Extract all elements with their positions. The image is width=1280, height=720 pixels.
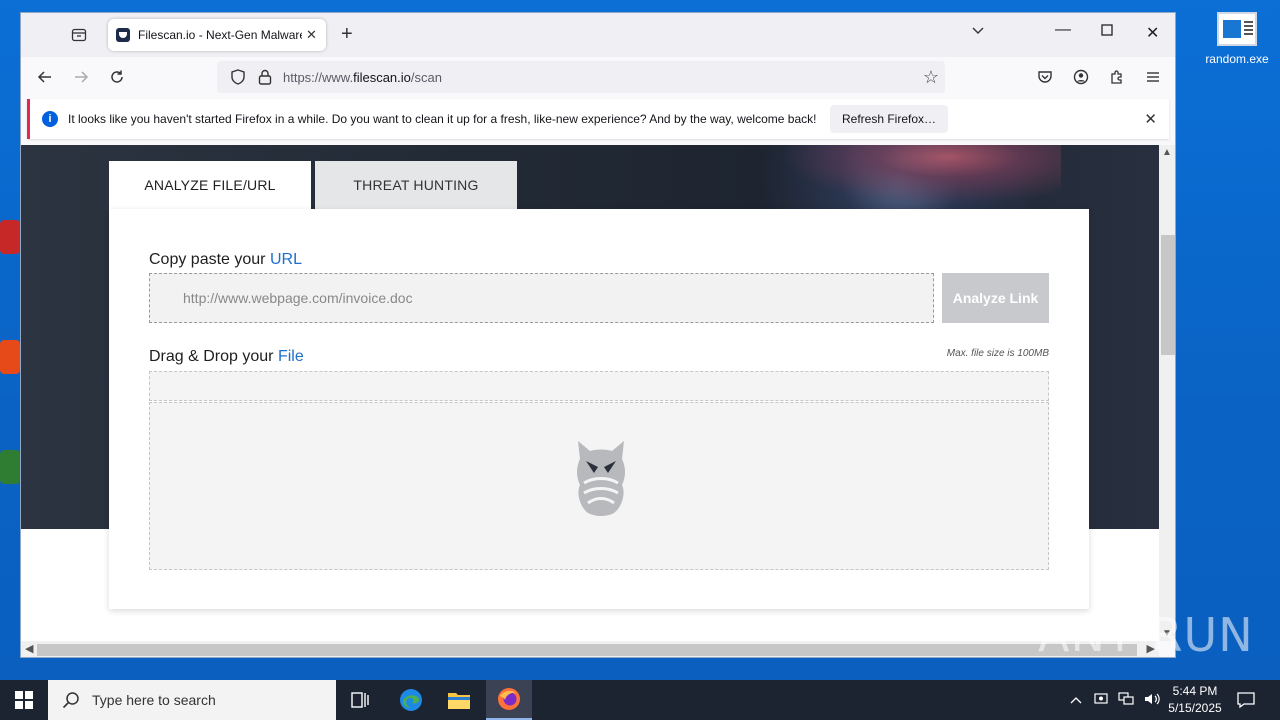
clock-time: 5:44 PM [1172, 684, 1218, 698]
exe-file-icon [1217, 12, 1257, 46]
scroll-up-arrow-icon[interactable]: ▲ [1162, 147, 1172, 158]
task-view-button[interactable] [337, 680, 383, 720]
desktop-icon-partial[interactable] [0, 220, 20, 254]
security-tray-icon[interactable] [1094, 692, 1108, 709]
extensions-icon[interactable] [1107, 67, 1127, 87]
network-icon[interactable] [1118, 691, 1134, 709]
firefox-view-icon [71, 28, 87, 42]
refresh-firefox-notification: i It looks like you haven't started Fire… [27, 99, 1169, 139]
lock-icon[interactable] [257, 68, 273, 86]
horizontal-scroll-thumb[interactable] [37, 644, 1137, 656]
desktop-icon-partial[interactable] [0, 340, 20, 374]
vertical-scrollbar[interactable]: ▲ ▼ [1159, 145, 1175, 641]
tab-bar: Filescan.io - Next-Gen Malware ✕ + — ✕ [21, 13, 1175, 57]
horizontal-scrollbar[interactable]: ◀ ▶ [21, 641, 1159, 657]
close-window-button[interactable]: ✕ [1146, 23, 1159, 43]
analyze-card: Copy paste your URL http://www.webpage.c… [109, 209, 1089, 609]
url-text: https://www.filescan.io/scan [283, 69, 442, 85]
clock-date: 5/15/2025 [1168, 701, 1222, 715]
firefox-view-button[interactable] [69, 25, 89, 45]
tab-threat-hunting[interactable]: THREAT HUNTING [315, 161, 517, 209]
anyrun-watermark: ANY RUN [1038, 608, 1254, 662]
address-bar[interactable]: https://www.filescan.io/scan ☆ [217, 61, 945, 93]
page-content: ANALYZE FILE/URL THREAT HUNTING Copy pas… [21, 145, 1159, 641]
info-icon: i [42, 111, 58, 127]
system-tray [1070, 680, 1160, 720]
file-drop-zone[interactable] [149, 402, 1049, 570]
refresh-firefox-button[interactable]: Refresh Firefox… [830, 105, 949, 133]
filescan-favicon [116, 28, 130, 42]
file-section-label: Drag & Drop your File [149, 348, 304, 365]
firefox-icon [498, 688, 520, 710]
desktop-file-random-exe[interactable]: random.exe [1200, 12, 1274, 66]
url-input[interactable]: http://www.webpage.com/invoice.doc [149, 273, 934, 323]
scroll-left-arrow-icon[interactable]: ◀ [25, 642, 33, 655]
file-list-area [149, 371, 1049, 401]
start-button[interactable] [0, 680, 48, 720]
windows-taskbar: Type here to search 5:44 PM 5/15/2025 [0, 680, 1280, 720]
notification-close-icon[interactable]: ✕ [1144, 110, 1157, 128]
task-view-icon [351, 692, 369, 708]
new-tab-button[interactable]: + [341, 24, 353, 44]
tab-list-chevron-icon[interactable] [971, 23, 985, 42]
taskbar-clock[interactable]: 5:44 PM 5/15/2025 [1160, 683, 1230, 717]
taskbar-file-explorer[interactable] [436, 680, 482, 720]
pocket-icon[interactable] [1035, 67, 1055, 87]
analysis-tabs: ANALYZE FILE/URL THREAT HUNTING [109, 161, 517, 209]
desktop-file-label: random.exe [1205, 52, 1269, 66]
edge-icon [400, 689, 422, 711]
windows-logo-icon [15, 691, 33, 709]
volume-icon[interactable] [1144, 692, 1160, 709]
desktop-icon-partial[interactable] [0, 450, 20, 484]
notification-center-icon[interactable] [1236, 690, 1256, 710]
taskbar-firefox[interactable] [486, 680, 532, 720]
menu-hamburger-icon[interactable] [1143, 67, 1163, 87]
maximize-button[interactable] [1101, 23, 1113, 41]
search-icon [62, 692, 79, 709]
tracking-protection-shield-icon[interactable] [229, 68, 247, 86]
taskbar-edge[interactable] [388, 680, 434, 720]
vertical-scroll-thumb[interactable] [1161, 235, 1175, 355]
reload-button[interactable] [107, 67, 127, 87]
account-icon[interactable] [1071, 67, 1091, 87]
tab-close-icon[interactable]: ✕ [306, 27, 317, 43]
taskbar-search-box[interactable]: Type here to search [48, 680, 336, 720]
bookmark-star-icon[interactable]: ☆ [923, 67, 939, 88]
minimize-button[interactable]: — [1055, 21, 1071, 39]
forward-button[interactable] [71, 67, 91, 87]
browser-tab-filescan[interactable]: Filescan.io - Next-Gen Malware ✕ [108, 19, 326, 51]
url-section-label: Copy paste your URL [149, 251, 302, 268]
analyze-link-button[interactable]: Analyze Link [942, 273, 1049, 323]
firefox-window: Filescan.io - Next-Gen Malware ✕ + — ✕ h… [20, 12, 1176, 658]
folder-icon [448, 693, 470, 709]
notification-message: It looks like you haven't started Firefo… [68, 112, 817, 126]
tab-title: Filescan.io - Next-Gen Malware [138, 28, 302, 42]
owl-logo-icon [577, 441, 625, 516]
tab-analyze-file-url[interactable]: ANALYZE FILE/URL [109, 161, 311, 209]
show-hidden-icons-chevron-icon[interactable] [1070, 692, 1082, 708]
search-placeholder: Type here to search [92, 692, 216, 708]
back-button[interactable] [35, 67, 55, 87]
max-file-size-note: Max. file size is 100MB [946, 348, 1049, 359]
navigation-bar: https://www.filescan.io/scan ☆ [21, 57, 1175, 97]
